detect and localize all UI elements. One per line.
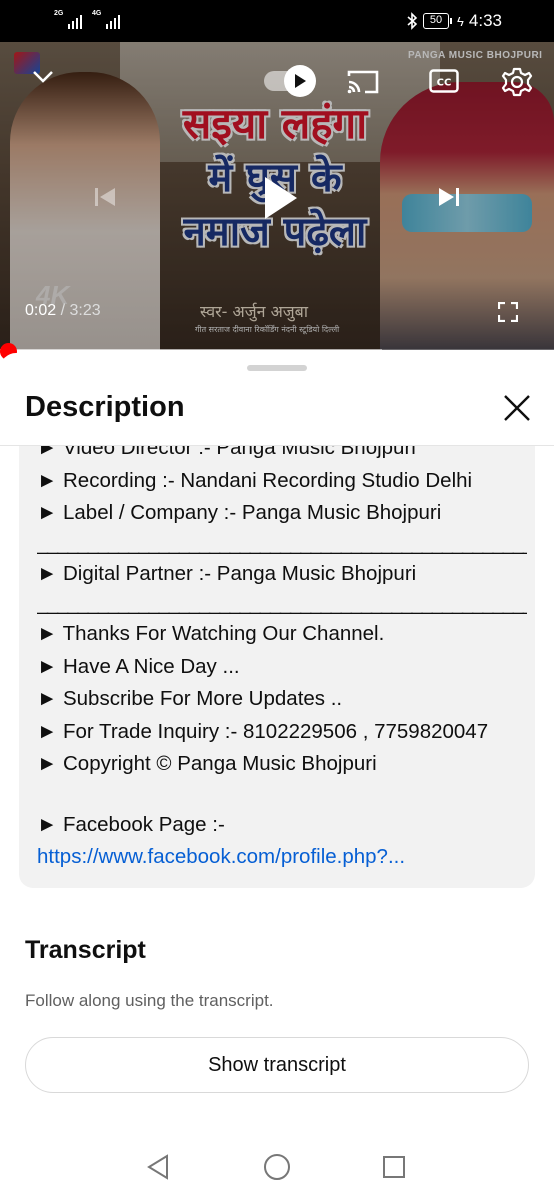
description-line: ► Thanks For Watching Our Channel. bbox=[37, 622, 385, 645]
sim2-network-label: 4G bbox=[92, 10, 102, 17]
screen: 2G 4G 50 ϟ 4:33 सइया लहंगा में घुस के नम… bbox=[0, 0, 554, 1200]
description-line: ► Copyright © Panga Music Bhojpuri bbox=[37, 752, 377, 775]
system-nav-bar bbox=[0, 1130, 554, 1200]
captions-button[interactable]: CC bbox=[427, 66, 461, 96]
next-button[interactable] bbox=[434, 182, 464, 212]
fullscreen-icon bbox=[498, 302, 518, 322]
recents-square-icon bbox=[383, 1156, 405, 1178]
description-line: ► Digital Partner :- Panga Music Bhojpur… bbox=[37, 561, 417, 585]
description-line: ► Label / Company :- Panga Music Bhojpur… bbox=[37, 501, 442, 524]
status-bar: 2G 4G 50 ϟ 4:33 bbox=[0, 0, 554, 42]
cast-button[interactable] bbox=[345, 66, 381, 98]
settings-button[interactable] bbox=[498, 63, 536, 101]
description-separator: ________________________________________… bbox=[37, 593, 527, 615]
svg-text:CC: CC bbox=[437, 78, 452, 89]
sim2-signal-icon: 4G bbox=[92, 10, 120, 29]
description-card: ► Video Director :- Panga Music Bhojpuri… bbox=[19, 446, 535, 888]
play-button[interactable] bbox=[258, 170, 304, 226]
description-text: ► Video Director :- Panga Music Bhojpuri… bbox=[37, 446, 527, 874]
sim1-network-label: 2G bbox=[54, 10, 64, 17]
close-button[interactable] bbox=[498, 389, 536, 427]
description-line: ► Have A Nice Day ... bbox=[37, 654, 240, 678]
battery-icon: 50 bbox=[423, 13, 453, 29]
back-triangle-icon bbox=[147, 1154, 168, 1180]
next-icon bbox=[439, 188, 459, 206]
transcript-subtitle: Follow along using the transcript. bbox=[25, 991, 274, 1010]
previous-button[interactable] bbox=[90, 182, 120, 212]
transcript-title: Transcript bbox=[25, 936, 146, 964]
sim1-signal-icon: 2G bbox=[54, 10, 82, 29]
playback-time: 0:02 / 3:23 bbox=[25, 302, 101, 320]
description-line: ► Subscribe For More Updates .. bbox=[37, 687, 343, 710]
signal-group: 2G 4G bbox=[54, 10, 120, 29]
fullscreen-button[interactable] bbox=[496, 300, 520, 324]
closed-captions-icon: CC bbox=[429, 69, 459, 93]
clock-time: 4:33 bbox=[468, 11, 502, 30]
autoplay-toggle[interactable] bbox=[258, 65, 316, 97]
minimize-button[interactable] bbox=[28, 62, 58, 92]
bluetooth-icon bbox=[407, 12, 418, 30]
facebook-link[interactable]: https://www.facebook.com/profile.php?... bbox=[37, 841, 527, 874]
time-separator: / bbox=[60, 302, 66, 319]
description-sheet: Description ► Video Director :- Panga Mu… bbox=[0, 353, 554, 1200]
close-icon bbox=[504, 395, 530, 421]
duration: 3:23 bbox=[69, 302, 101, 319]
drag-handle[interactable] bbox=[247, 365, 307, 371]
description-separator: ________________________________________… bbox=[37, 532, 527, 555]
description-line: ► Recording :- Nandani Recording Studio … bbox=[37, 468, 473, 492]
settings-gear-icon bbox=[501, 67, 533, 97]
status-right: 50 ϟ 4:33 bbox=[406, 11, 502, 31]
description-line: ► For Trade Inquiry :- 8102229506 , 7759… bbox=[37, 719, 489, 743]
nav-home-button[interactable] bbox=[262, 1152, 292, 1182]
nav-back-button[interactable] bbox=[143, 1152, 173, 1182]
cast-icon bbox=[347, 70, 379, 94]
chevron-down-icon bbox=[33, 71, 53, 83]
sheet-title: Description bbox=[25, 391, 185, 423]
battery-level: 50 bbox=[423, 13, 450, 29]
home-circle-icon bbox=[264, 1154, 290, 1180]
video-player[interactable]: सइया लहंगा में घुस के नमाज पढ़ेला स्वर- … bbox=[0, 42, 554, 350]
show-transcript-button[interactable]: Show transcript bbox=[25, 1037, 529, 1093]
autoplay-toggle-icon bbox=[295, 74, 306, 88]
nav-recents-button[interactable] bbox=[379, 1152, 409, 1182]
previous-icon bbox=[95, 188, 115, 206]
current-time: 0:02 bbox=[25, 302, 57, 319]
description-line: ► Facebook Page :- bbox=[37, 812, 225, 836]
play-icon bbox=[265, 177, 297, 219]
charging-icon: ϟ bbox=[457, 13, 464, 29]
description-line: ► Video Director :- Panga Music Bhojpuri bbox=[37, 446, 416, 459]
